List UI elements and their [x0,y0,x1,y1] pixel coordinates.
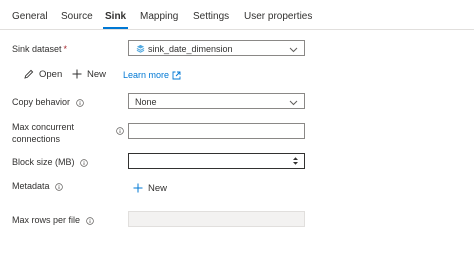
new-metadata-label: New [148,183,168,194]
max-concurrent-label-line1: Max concurrent [12,122,75,132]
info-icon [55,182,63,191]
external-link-icon [172,71,181,80]
max-concurrent-label: Max concurrent connections [12,121,74,145]
tab-divider [0,29,474,30]
plus-icon [133,183,143,193]
tab-user-properties[interactable]: User properties [244,11,312,22]
plus-icon [72,69,82,79]
open-button[interactable]: Open [24,69,62,80]
sink-dataset-select[interactable]: sink_date_dimension [128,40,305,56]
tab-settings[interactable]: Settings [193,11,229,22]
learn-more-label: Learn more [123,70,170,80]
sink-dataset-label-text: Sink dataset [12,44,62,54]
info-icon [80,158,88,167]
sink-dataset-label: Sink dataset * [12,44,67,54]
max-concurrent-label-line2: connections [12,134,61,144]
copy-behavior-value: None [135,97,157,107]
max-rows-per-file-input[interactable] [128,211,305,227]
metadata-label-text: Metadata [12,181,50,191]
dataset-icon [136,44,145,55]
tab-source[interactable]: Source [61,11,93,22]
info-icon [85,216,94,225]
info-icon [116,127,124,135]
new-metadata-button[interactable]: New [133,183,167,194]
chevron-down-icon [289,98,298,108]
block-size-input[interactable] [128,153,305,169]
pencil-icon [24,70,34,80]
metadata-label: Metadata [12,181,63,191]
number-stepper-icon[interactable] [292,156,299,168]
copy-behavior-label-text: Copy behavior [12,97,71,107]
sink-dataset-value: sink_date_dimension [148,44,233,54]
tab-sink[interactable]: Sink [105,11,126,22]
open-label: Open [39,69,63,80]
required-asterisk: * [63,44,68,54]
new-dataset-button[interactable]: New [72,69,106,80]
chevron-down-icon [289,45,298,55]
max-rows-label-text: Max rows per file [12,215,81,225]
new-dataset-label: New [87,69,107,80]
learn-more-link[interactable]: Learn more [123,70,181,80]
info-icon [75,98,84,107]
copy-behavior-select[interactable]: None [128,93,305,109]
tab-general[interactable]: General [12,11,48,22]
tab-mapping[interactable]: Mapping [140,11,178,22]
block-size-label: Block size (MB) [12,157,88,167]
tab-bar: General Source Sink Mapping Settings Use… [0,0,474,30]
max-rows-label: Max rows per file [12,215,94,225]
block-size-label-text: Block size (MB) [12,157,75,167]
copy-behavior-label: Copy behavior [12,97,84,107]
max-concurrent-connections-input[interactable] [128,123,305,139]
